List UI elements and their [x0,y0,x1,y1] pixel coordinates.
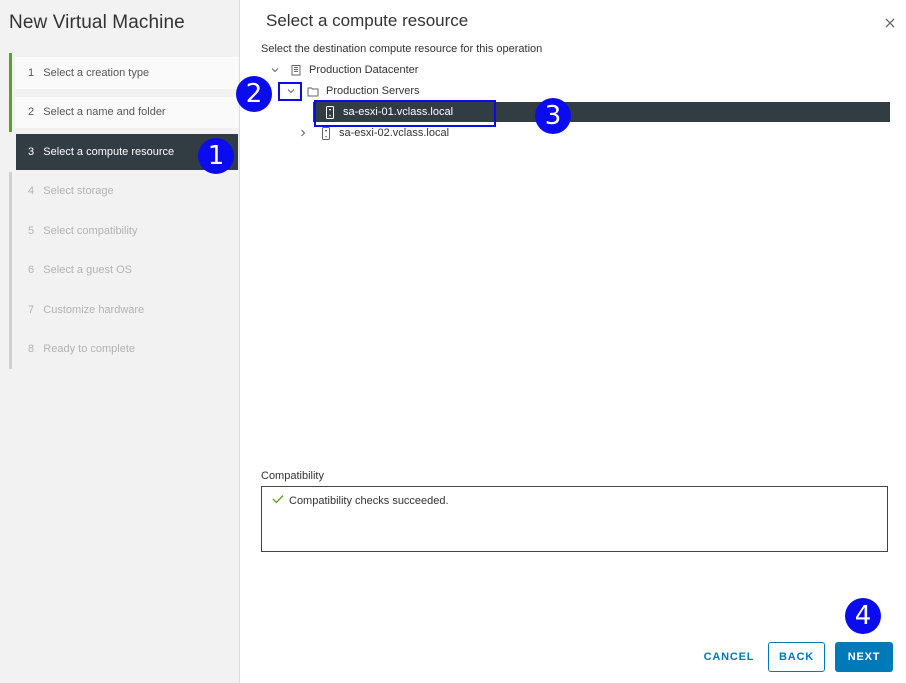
close-button[interactable] [883,16,897,30]
step-label: Select compatibility [43,224,138,237]
tree-node-label: sa-esxi-02.vclass.local [339,127,450,139]
chevron-right-icon[interactable] [297,127,309,139]
annotation-badge-3: 3 [535,98,571,134]
next-button[interactable]: NEXT [835,642,893,672]
wizard-steps: 1 Select a creation type 2 Select a name… [9,53,239,369]
step-label: Select storage [43,185,114,198]
step-storage: 4 Select storage [9,171,239,211]
compatibility-message: Compatibility checks succeeded. [289,494,449,507]
compatibility-label: Compatibility [261,470,324,482]
step-ready: 8 Ready to complete [9,329,239,369]
step-number: 5 [28,224,35,237]
step-name-folder[interactable]: 2 Select a name and folder [9,92,239,132]
cancel-button[interactable]: CANCEL [696,642,762,672]
folder-icon [306,84,320,98]
step-number: 6 [28,264,35,277]
step-label: Select a creation type [43,66,150,79]
datacenter-icon [289,63,303,77]
tree-node-label: Production Servers [326,85,420,97]
step-number: 8 [28,343,35,356]
annotation-badge-2: 2 [236,76,272,112]
wizard-title: New Virtual Machine [9,12,185,33]
step-label: Ready to complete [43,343,136,356]
page-title: Select a compute resource [266,11,469,30]
compatibility-box: Compatibility checks succeeded. [261,486,888,552]
step-number: 2 [28,106,35,119]
tree-node-folder[interactable]: Production Servers [285,81,420,101]
check-icon [272,494,284,507]
back-button[interactable]: BACK [768,642,825,672]
annotation-highlight-caret [278,82,302,101]
step-number: 1 [28,66,35,79]
step-creation-type[interactable]: 1 Select a creation type [9,53,239,93]
tree-node-datacenter[interactable]: Production Datacenter [269,60,418,80]
step-compatibility: 5 Select compatibility [9,211,239,251]
step-label: Customize hardware [43,303,145,316]
step-number: 3 [28,145,35,158]
step-guest-os: 6 Select a guest OS [9,250,239,290]
step-label: Select a guest OS [43,264,132,277]
close-icon [885,18,895,28]
annotation-badge-1: 1 [198,138,234,174]
page-subtitle: Select the destination compute resource … [261,43,543,55]
step-label: Select a compute resource [43,145,175,158]
host-icon [319,126,333,140]
step-label: Select a name and folder [43,106,166,119]
tree-node-label: Production Datacenter [309,64,419,76]
wizard-sidebar: New Virtual Machine 1 Select a creation … [0,0,240,683]
step-customize-hardware: 7 Customize hardware [9,290,239,330]
chevron-down-icon[interactable] [269,64,281,76]
step-number: 7 [28,303,35,316]
step-number: 4 [28,185,35,198]
annotation-highlight-host [314,100,496,127]
annotation-badge-4: 4 [845,598,881,634]
